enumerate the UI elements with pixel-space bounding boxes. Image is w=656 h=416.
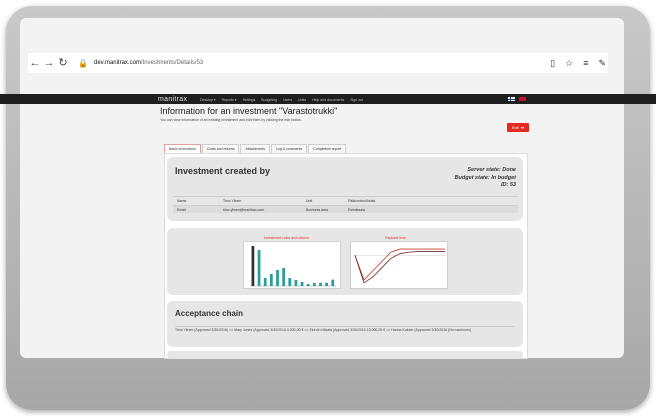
menu-units[interactable]: Units: [298, 98, 306, 102]
browser-toolbar: ← → ↻ 🔒 dev.manitrax.com/Investments/Det…: [28, 53, 608, 73]
row-value[interactable]: timo.ylinen@manitrax.com: [223, 208, 264, 212]
bar: [331, 279, 335, 286]
menu-desktop[interactable]: Desktop ▾: [200, 98, 216, 102]
page-title: Information for an investment "Varastotr…: [160, 106, 338, 116]
menu-budgeting[interactable]: Budgeting: [261, 98, 277, 102]
reader-icon[interactable]: ▯: [550, 58, 555, 69]
bar: [276, 270, 279, 286]
bar: [312, 282, 316, 286]
edit-label: Edit: [511, 125, 519, 130]
costs-chart-title: Investment costs and returns: [264, 236, 309, 240]
bar: [251, 246, 255, 286]
row-label-2: Business area: [306, 208, 329, 212]
main-menu: Desktop ▾ Reports ▾ Settings Budgeting U…: [200, 98, 363, 102]
server-state: Server state: Done: [467, 167, 516, 173]
uk-flag-icon[interactable]: [519, 97, 526, 101]
notes-icon[interactable]: ✎: [598, 58, 606, 69]
menu-settings[interactable]: Settings: [243, 98, 256, 102]
lock-icon: 🔒: [78, 58, 88, 68]
row-value-2: Esimiesala: [348, 208, 365, 212]
row-value-2: Pääkonttori/Asiak.: [348, 199, 377, 203]
info-row-email: Email timo.ylinen@manitrax.com Business …: [173, 205, 518, 213]
menu-users[interactable]: Users: [283, 98, 292, 102]
payback-chart: [350, 241, 448, 289]
bar: [294, 280, 298, 286]
finnish-flag-icon[interactable]: [508, 97, 515, 101]
tab-log-comments[interactable]: Log & comments: [270, 144, 308, 153]
bar: [282, 268, 286, 286]
tab-basic-information[interactable]: Basic information: [164, 144, 201, 153]
row-label-2: Unit: [306, 199, 313, 203]
refresh-icon[interactable]: ↻: [56, 53, 70, 73]
next-panel: [167, 351, 523, 359]
hub-icon[interactable]: ≡: [583, 58, 588, 69]
info-row-name: Name Timo Ylinen Unit Pääkonttori/Asiak.: [173, 196, 518, 204]
bar: [269, 274, 273, 286]
tab-completion-report[interactable]: Completion report: [308, 144, 347, 153]
bar: [300, 282, 304, 286]
payback-chart-title: Payback time: [385, 236, 407, 240]
state-block: Server state: Done Budget state: In budg…: [455, 167, 516, 190]
brand-logo[interactable]: manitrax: [158, 96, 187, 103]
charts-panel: [167, 228, 523, 295]
bar: [263, 278, 267, 286]
edit-button[interactable]: Edit ➡: [507, 123, 529, 132]
bar: [257, 250, 261, 286]
address-bar[interactable]: dev.manitrax.com/Investments/Details/53: [94, 60, 203, 66]
url-domain: dev.manitrax.com: [94, 60, 141, 66]
favorite-star-icon[interactable]: ☆: [565, 58, 573, 69]
investment-title: Investment created by: [175, 166, 271, 176]
tab-costs-and-returns[interactable]: Costs and returns: [201, 144, 240, 153]
row-value: Timo Ylinen: [223, 199, 242, 203]
back-arrow-icon[interactable]: ←: [28, 53, 42, 73]
acceptance-title: Acceptance chain: [175, 309, 244, 318]
row-label: Name: [177, 199, 187, 203]
page-subtitle: You can view information of an existing …: [160, 118, 302, 122]
forward-arrow-icon[interactable]: →: [42, 53, 56, 73]
tab-attachments[interactable]: Attachments: [240, 144, 270, 153]
url-path: /Investments/Details/53: [140, 60, 204, 66]
menu-reports[interactable]: Reports ▾: [222, 98, 237, 102]
row-label: Email: [177, 208, 186, 212]
language-flags: [508, 97, 526, 101]
bar: [288, 278, 292, 286]
bar: [319, 282, 322, 286]
menu-help[interactable]: Help and documents: [312, 98, 344, 102]
bar: [306, 284, 310, 286]
series-line: [354, 251, 445, 284]
tab-bar: Basic information Costs and returns Atta…: [164, 144, 347, 153]
acceptance-chain-text: Timo Ylinen (Approved 3/30/2016) => Mary…: [175, 326, 515, 333]
bar: [325, 282, 329, 286]
menu-sign-out[interactable]: Sign out: [350, 98, 363, 102]
budget-state: Budget state: In budget: [454, 174, 516, 181]
investment-id: ID: 53: [501, 182, 516, 188]
costs-chart: [243, 241, 341, 289]
acceptance-panel: [167, 301, 523, 347]
arrow-right-icon: ➡: [520, 125, 525, 130]
